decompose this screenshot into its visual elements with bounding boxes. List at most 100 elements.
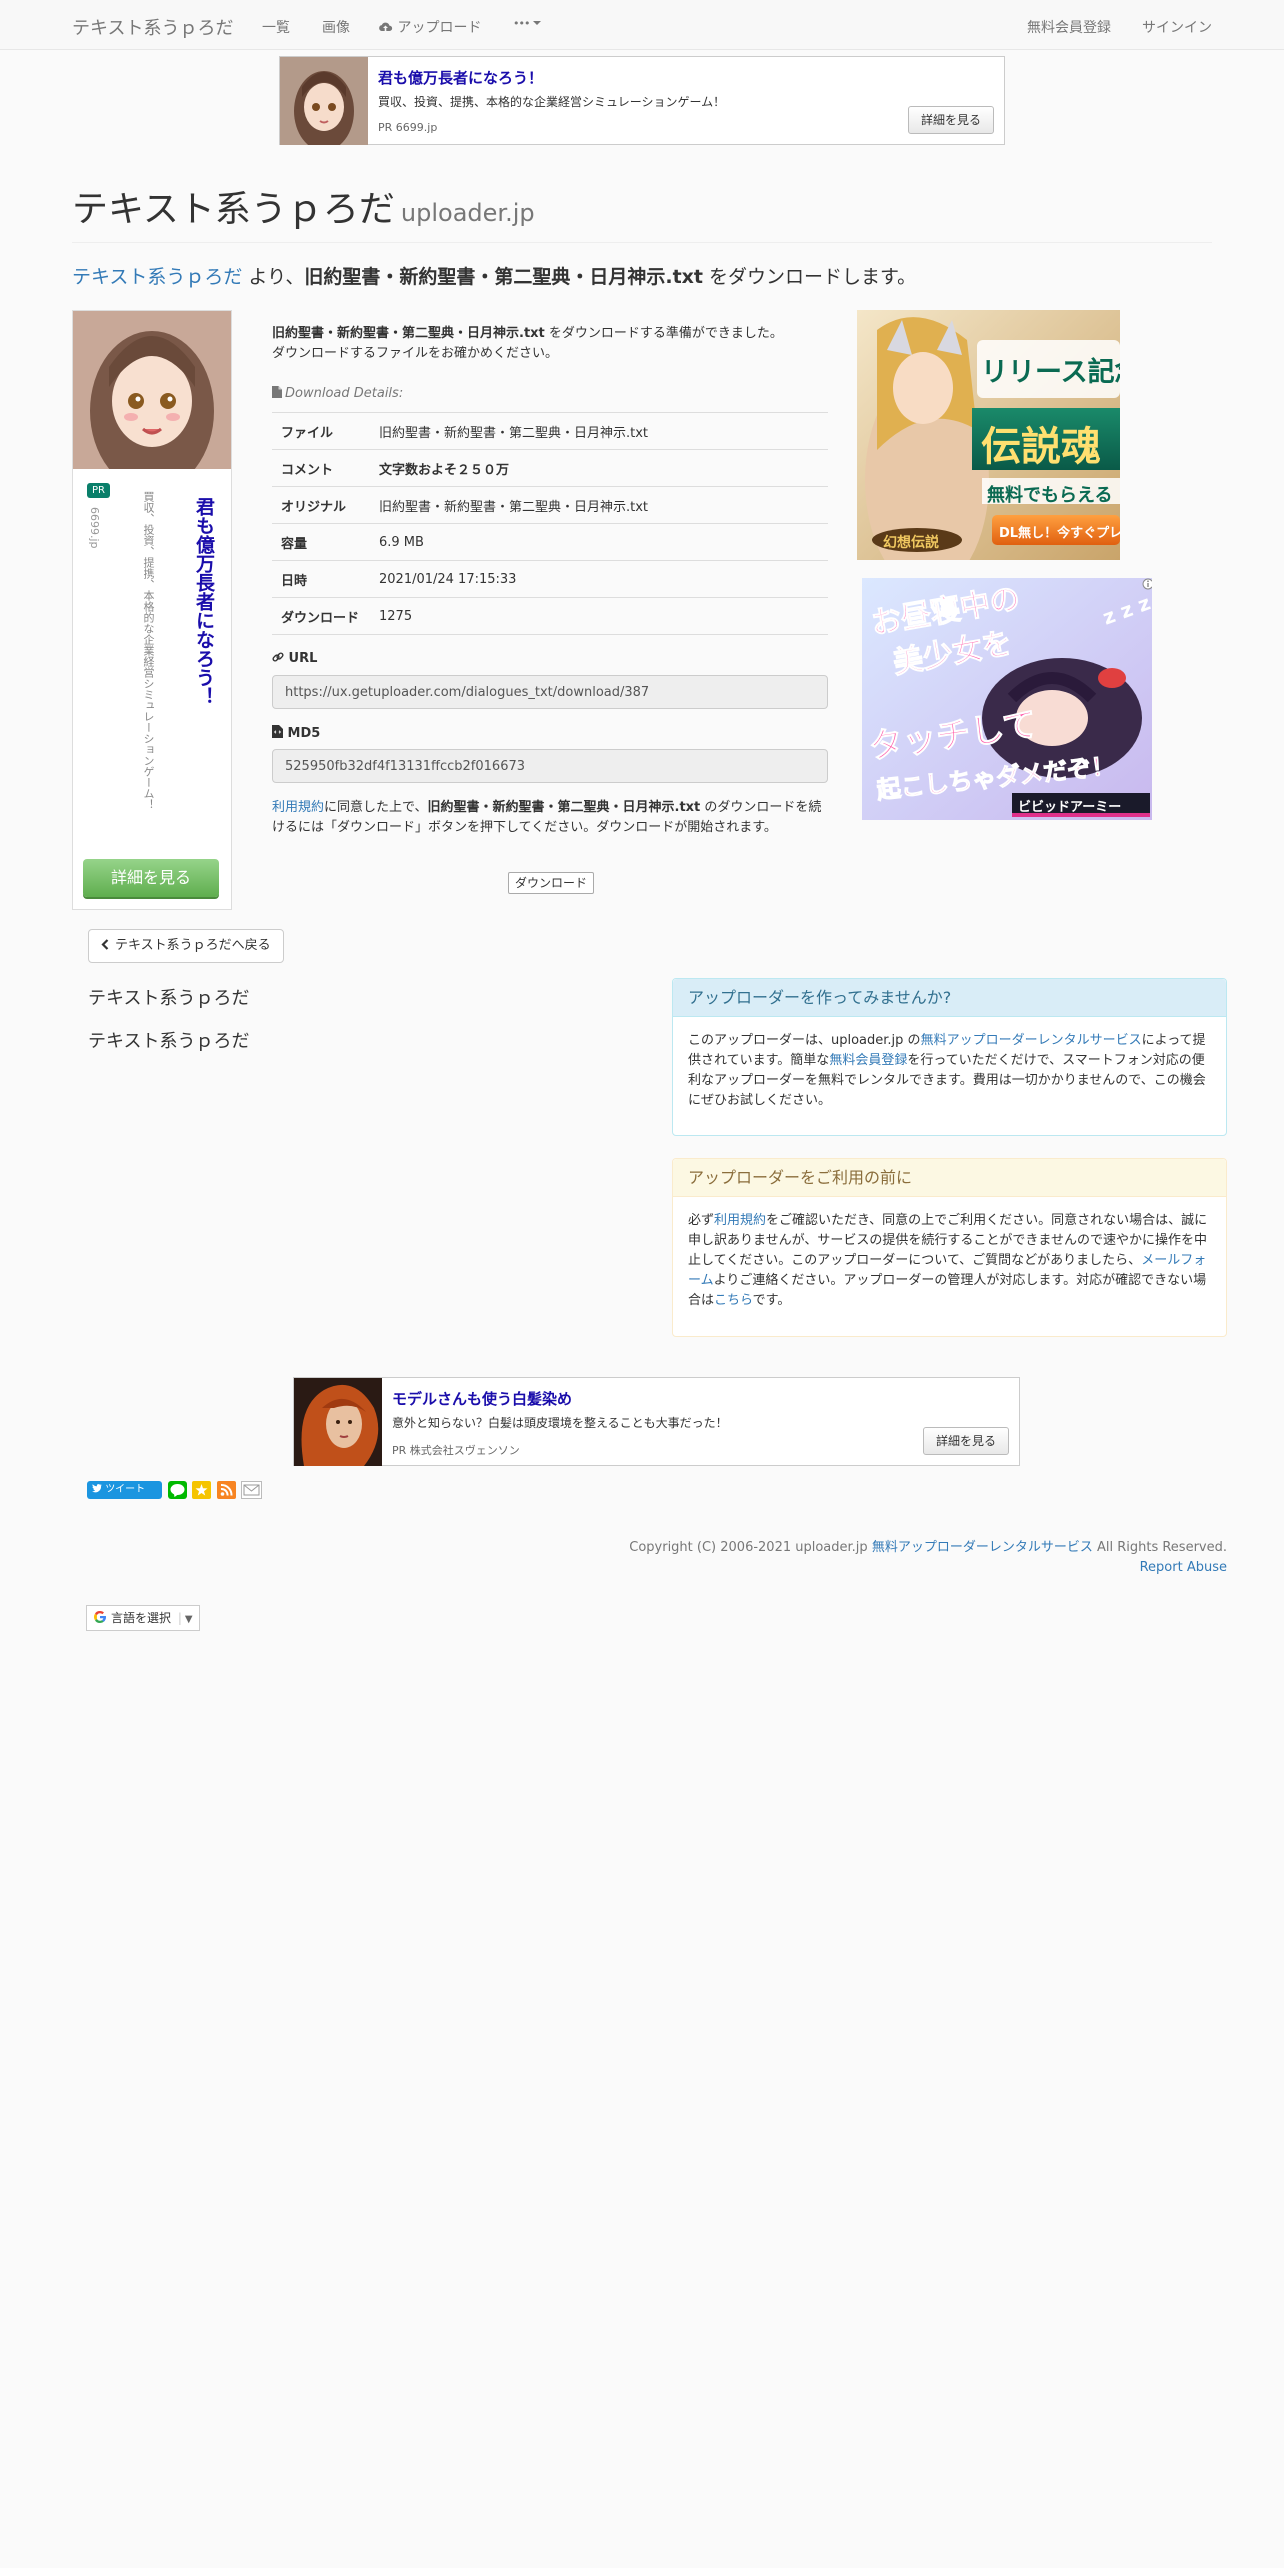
info-icon[interactable]: [1142, 578, 1152, 590]
download-intro: 旧約聖書・新約聖書・第二聖典・日月神示.txt をダウンロードする準備ができまし…: [272, 324, 828, 364]
game-banner-cta: DL無し！今すぐプレイ: [999, 526, 1120, 541]
page-subtitle: uploader.jp: [400, 199, 535, 227]
bottom-ad[interactable]: モデルさんも使う白髪染め 意外と知らない？白髪は頭皮環境を整えることも大事だった…: [293, 1377, 1020, 1466]
row-label: ファイル: [272, 412, 370, 450]
contact-link[interactable]: こちら: [714, 1293, 753, 1308]
page-title: テキスト系うｐろだ uploader.jp: [72, 180, 535, 232]
rss-icon: [220, 1484, 233, 1496]
footer-text: テキスト系うｐろだ: [88, 988, 250, 1009]
md5-label: MD5: [272, 725, 320, 741]
copyright-rights: All Rights Reserved.: [1092, 1540, 1227, 1555]
warning-panel-title: アップローダーをご利用の前に: [673, 1159, 1226, 1197]
report-abuse-link[interactable]: Report Abuse: [1140, 1560, 1227, 1575]
side-ad[interactable]: PR 6699.jp 買収、投資、提携、本格的な企業経営シミュレーションゲーム！…: [72, 310, 232, 910]
navbar-brand[interactable]: テキスト系うｐろだ: [72, 14, 233, 40]
nav-link-upload-label: アップロード: [397, 20, 482, 36]
nav-link-signin[interactable]: サインイン: [1142, 17, 1212, 37]
caret-down-icon: [533, 21, 542, 25]
row-label: ダウンロード: [272, 597, 370, 635]
star-icon: [195, 1484, 208, 1496]
terms-link[interactable]: 利用規約: [714, 1213, 766, 1228]
game-banner-logo: 幻想伝説: [883, 535, 939, 551]
side-ad-description: 買収、投資、提携、本格的な企業経営シミュレーションゲーム！: [142, 491, 155, 810]
back-button[interactable]: テキスト系うｐろだへ戻る: [88, 929, 284, 963]
details-caption: Download Details:: [272, 386, 403, 401]
warn-text: をご確認いただき、同意の上でご利用ください。同意されない場合は、誠に申し訳ありま…: [688, 1213, 1208, 1268]
back-button-label: テキスト系うｐろだへ戻る: [115, 938, 271, 953]
nav-link-list[interactable]: 一覧: [262, 17, 290, 37]
cloud-upload-icon: [379, 22, 393, 31]
rss-button[interactable]: [217, 1481, 236, 1499]
info-panel: アップローダーを作ってみませんか? このアップローダーは、uploader.jp…: [672, 978, 1227, 1136]
rental-service-link[interactable]: 無料アップローダーレンタルサービス: [921, 1033, 1142, 1048]
game-banner-text-1: リリース記念: [981, 357, 1120, 388]
agree-text: 利用規約に同意した上で、旧約聖書・新約聖書・第二聖典・日月神示.txt のダウン…: [272, 798, 828, 838]
table-row: ダウンロード 1275: [272, 597, 828, 635]
copyright: Copyright (C) 2006-2021 uploader.jp 無料アッ…: [629, 1538, 1227, 1578]
footer-text: テキスト系うｐろだ: [88, 1031, 250, 1052]
warn-text: 必ず: [688, 1213, 715, 1228]
nav-link-register[interactable]: 無料会員登録: [1027, 17, 1111, 37]
line-icon: [170, 1484, 185, 1497]
md5-label-text: MD5: [287, 726, 321, 741]
details-caption-text: Download Details:: [285, 386, 404, 401]
ad-title[interactable]: モデルさんも使う白髪染め: [392, 1388, 572, 1409]
download-button[interactable]: ダウンロード: [508, 872, 595, 894]
ad-pr-label: PR 6699.jp: [378, 121, 438, 134]
twitter-icon: [92, 1484, 102, 1493]
side-ad-detail-button[interactable]: 詳細を見る: [83, 859, 219, 897]
game-banner-ad[interactable]: リリース記念 伝説魂 無料でもらえる DL無し！今すぐプレイ 幻想伝説: [857, 310, 1120, 560]
favorite-button[interactable]: [192, 1481, 211, 1499]
agree-filename: 旧約聖書・新約聖書・第二聖典・日月神示.txt: [427, 800, 701, 815]
table-row: ファイル 旧約聖書・新約聖書・第二聖典・日月神示.txt: [272, 412, 828, 450]
language-selector-label: 言語を選択: [111, 1611, 172, 1625]
game-banner-text-3: 無料でもらえる: [987, 485, 1113, 506]
ad-detail-button[interactable]: 詳細を見る: [922, 1427, 1009, 1455]
language-selector[interactable]: 言語を選択 | ▼: [86, 1605, 200, 1631]
line-share-button[interactable]: [168, 1481, 187, 1499]
register-link[interactable]: 無料会員登録: [829, 1053, 907, 1068]
side-ad-image: [73, 311, 231, 469]
row-value: 旧約聖書・新約聖書・第二聖典・日月神示.txt: [370, 412, 828, 450]
anime-banner-ad[interactable]: お昼寝中の 美少女を タッチして 起こしちゃダメだぞ！ z z z ビビッドアー…: [862, 578, 1152, 820]
row-value: 文字数およそ２５０万: [370, 449, 828, 487]
terms-link[interactable]: 利用規約: [272, 800, 324, 815]
details-table: ファイル 旧約聖書・新約聖書・第二聖典・日月神示.txt コメント 文字数およそ２５…: [272, 412, 828, 635]
ad-thumbnail-image: [294, 1378, 382, 1466]
chevron-left-icon: [101, 939, 109, 950]
ad-title[interactable]: 君も億万長者になろう！: [378, 67, 543, 88]
intro-text2: ダウンロードするファイルをお確かめください。: [272, 346, 559, 361]
intro-text1: をダウンロードする準備ができました。: [544, 326, 783, 341]
lead-filename: 旧約聖書・新約聖書・第二聖典・日月神示.txt: [304, 266, 703, 288]
url-field[interactable]: [272, 675, 828, 709]
ad-thumbnail-image: [280, 57, 368, 145]
ad-detail-button[interactable]: 詳細を見る: [907, 106, 994, 134]
nav-more-dropdown[interactable]: •••: [513, 15, 542, 31]
tweet-button[interactable]: ツイート: [87, 1481, 162, 1499]
md5-field[interactable]: [272, 749, 828, 783]
table-row: オリジナル 旧約聖書・新約聖書・第二聖典・日月神示.txt: [272, 486, 828, 524]
info-text: このアップローダーは、uploader.jp の: [688, 1033, 921, 1048]
row-value: 旧約聖書・新約聖書・第二聖典・日月神示.txt: [370, 486, 828, 524]
info-panel-body: このアップローダーは、uploader.jp の無料アップローダーレンタルサービ…: [673, 1017, 1226, 1125]
nav-link-images[interactable]: 画像: [322, 17, 350, 37]
file-code-icon: [272, 725, 283, 738]
site-link[interactable]: テキスト系うｐろだ: [72, 266, 242, 288]
intro-filename: 旧約聖書・新約聖書・第二聖典・日月神示.txt: [272, 326, 545, 341]
row-label: 容量: [272, 523, 370, 561]
row-label: 日時: [272, 560, 370, 598]
rental-service-link[interactable]: 無料アップローダーレンタルサービス: [872, 1540, 1093, 1555]
ad-pr-label: PR 株式会社スヴェンソン: [392, 1444, 520, 1457]
warning-panel-body: 必ず利用規約をご確認いただき、同意の上でご利用ください。同意されない場合は、誠に…: [673, 1197, 1226, 1325]
nav-link-upload[interactable]: アップロード: [378, 17, 481, 37]
google-g-icon: [94, 1611, 106, 1623]
table-row: 日時 2021/01/24 17:15:33: [272, 560, 828, 598]
lead-from: より、: [242, 266, 305, 288]
mail-share-button[interactable]: [241, 1481, 262, 1499]
top-ad[interactable]: 君も億万長者になろう！ 買収、投資、提携、本格的な企業経営シミュレーションゲーム…: [279, 56, 1005, 145]
agree-t1: に同意した上で、: [324, 800, 428, 815]
envelope-icon: [243, 1484, 260, 1496]
side-ad-title[interactable]: 君も億万長者になろう！: [191, 497, 218, 817]
ad-description: 買収、投資、提携、本格的な企業経営シミュレーションゲーム！: [378, 95, 726, 109]
game-banner-text-2: 伝説魂: [981, 424, 1101, 470]
